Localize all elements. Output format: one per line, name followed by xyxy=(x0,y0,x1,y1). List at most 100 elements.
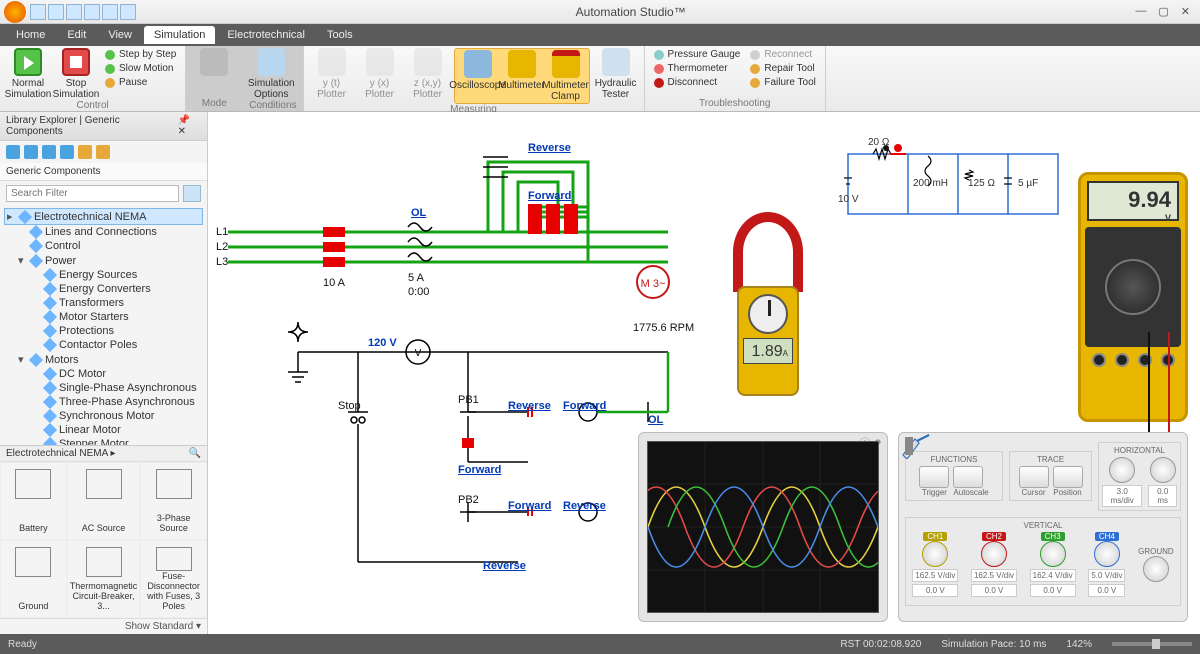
search-options-icon[interactable] xyxy=(183,185,201,202)
status-ready: Ready xyxy=(8,639,37,650)
preview-cell[interactable]: Fuse-Disconnector with Fuses, 3 Poles xyxy=(140,540,207,618)
dmm-unit: V xyxy=(1095,213,1171,223)
tree-node[interactable]: ▾Motors xyxy=(4,352,203,367)
maximize-button[interactable]: ▢ xyxy=(1158,5,1168,18)
oscilloscope-controls[interactable]: FUNCTIONS Trigger Autoscale TRACE Cursor… xyxy=(898,432,1188,622)
jack-icon[interactable] xyxy=(1115,353,1129,367)
zxy-plotter-button[interactable]: z (x,y) Plotter xyxy=(406,48,450,100)
thermometer-button[interactable]: Thermometer xyxy=(651,62,744,75)
component-tree[interactable]: ▸Electrotechnical NEMALines and Connecti… xyxy=(0,206,207,445)
tree-node[interactable]: Energy Converters xyxy=(4,282,203,296)
tree-node[interactable]: Synchronous Motor xyxy=(4,409,203,423)
preview-header[interactable]: Electrotechnical NEMA ▸ xyxy=(6,448,116,459)
step-by-step-button[interactable]: Step by Step xyxy=(102,48,179,61)
oscilloscope-display[interactable]: ⓘ ? xyxy=(638,432,888,622)
position-button[interactable] xyxy=(1053,466,1083,488)
tree-node[interactable]: ▾Power xyxy=(4,253,203,268)
preview-cell[interactable]: Ground xyxy=(0,540,67,618)
zoom-slider[interactable] xyxy=(1112,642,1192,646)
scope-channel[interactable]: CH3162.4 V/div0.0 V xyxy=(1030,532,1076,597)
menu-tab-home[interactable]: Home xyxy=(6,26,55,44)
clamp-meter[interactable]: 1.89A xyxy=(723,212,813,412)
qat-icon[interactable] xyxy=(66,4,82,20)
multimeter[interactable]: 9.94V xyxy=(1078,172,1188,422)
tree-node[interactable]: Transformers xyxy=(4,296,203,310)
pressure-gauge-button[interactable]: Pressure Gauge xyxy=(651,48,744,61)
hydraulic-tester-button[interactable]: Hydraulic Tester xyxy=(594,48,638,100)
qat-icon[interactable] xyxy=(30,4,46,20)
tree-node[interactable]: ▸Electrotechnical NEMA xyxy=(4,208,203,225)
tree-node[interactable]: Three-Phase Asynchronous xyxy=(4,395,203,409)
cursor-button[interactable] xyxy=(1019,466,1049,488)
scope-channel[interactable]: CH2162.5 V/div0.0 V xyxy=(971,532,1017,597)
tree-node[interactable]: Energy Sources xyxy=(4,268,203,282)
tree-node[interactable]: DC Motor xyxy=(4,367,203,381)
multimeter-clamp-button[interactable]: Multimeter Clamp xyxy=(544,50,588,102)
normal-simulation-button[interactable]: Normal Simulation xyxy=(6,48,50,100)
reconnect-button[interactable]: Reconnect xyxy=(747,48,819,61)
qat-icon[interactable] xyxy=(48,4,64,20)
clamp-dial[interactable] xyxy=(748,294,788,334)
menu-tab-electrotechnical[interactable]: Electrotechnical xyxy=(217,26,315,44)
simulation-options-button[interactable]: Simulation Options xyxy=(249,48,293,100)
qat-icon[interactable] xyxy=(102,4,118,20)
preview-cell[interactable]: 3-Phase Source xyxy=(140,462,207,540)
repair-tool-button[interactable]: Repair Tool xyxy=(747,62,819,75)
tree-node[interactable]: Single-Phase Asynchronous xyxy=(4,381,203,395)
toolbar-icon[interactable] xyxy=(78,145,92,159)
search-input[interactable] xyxy=(6,185,179,202)
tree-node[interactable]: Lines and Connections xyxy=(4,225,203,239)
minimize-button[interactable]: — xyxy=(1135,5,1146,18)
panel-close-icon[interactable]: ✕ xyxy=(178,126,186,137)
tree-node[interactable]: Stepper Motor xyxy=(4,437,203,445)
stop-simulation-button[interactable]: Stop Simulation xyxy=(54,48,98,100)
timeoffset-knob[interactable] xyxy=(1150,457,1176,483)
toolbar-icon[interactable] xyxy=(24,145,38,159)
preview-footer[interactable]: Show Standard ▾ xyxy=(0,618,207,634)
ribbon-group-mode: Mode xyxy=(186,46,243,111)
ribbon: Normal Simulation Stop Simulation Step b… xyxy=(0,46,1200,112)
library-toolbar[interactable] xyxy=(0,141,207,163)
toolbar-icon[interactable] xyxy=(6,145,20,159)
tree-node[interactable]: Linear Motor xyxy=(4,423,203,437)
tree-node[interactable]: Control xyxy=(4,239,203,253)
close-button[interactable]: ✕ xyxy=(1181,5,1190,18)
disconnect-button[interactable]: Disconnect xyxy=(651,76,744,89)
yx-plotter-button[interactable]: y (x) Plotter xyxy=(358,48,402,100)
scope-channel[interactable]: CH1162.5 V/div0.0 V xyxy=(912,532,958,597)
menu-tab-view[interactable]: View xyxy=(98,26,142,44)
tree-node[interactable]: Contactor Poles xyxy=(4,338,203,352)
oscilloscope-button[interactable]: Oscilloscope xyxy=(456,50,500,102)
pin-icon[interactable]: 📌 xyxy=(178,115,190,126)
schematic-canvas[interactable]: M 3~ L1 L2 L3 10 A OL 5 A 0:00 Reverse F… xyxy=(208,112,1200,634)
scope-channel[interactable]: CH45.0 V/div0.0 V xyxy=(1088,532,1125,597)
dmm-dial[interactable] xyxy=(1105,259,1161,315)
trigger-button[interactable] xyxy=(919,466,949,488)
toolbar-icon[interactable] xyxy=(60,145,74,159)
preview-cell[interactable]: Thermomagnetic Circuit-Breaker, 3... xyxy=(67,540,141,618)
toolbar-icon[interactable] xyxy=(96,145,110,159)
menu-tab-edit[interactable]: Edit xyxy=(57,26,96,44)
library-subtitle: Generic Components xyxy=(0,163,207,181)
toolbar-icon[interactable] xyxy=(42,145,56,159)
quick-access-toolbar[interactable] xyxy=(30,4,136,20)
menu-tab-simulation[interactable]: Simulation xyxy=(144,26,215,44)
qat-icon[interactable] xyxy=(120,4,136,20)
scope-ground[interactable]: GROUND xyxy=(1138,547,1174,582)
preview-cell[interactable]: Battery xyxy=(0,462,67,540)
tree-node[interactable]: Protections xyxy=(4,324,203,338)
yt-plotter-button[interactable]: y (t) Plotter xyxy=(310,48,354,100)
search-icon[interactable]: 🔍 xyxy=(189,448,201,459)
autoscale-button[interactable] xyxy=(953,466,983,488)
menu-tab-tools[interactable]: Tools xyxy=(317,26,363,44)
jack-icon[interactable] xyxy=(1092,353,1106,367)
preview-cell[interactable]: AC Source xyxy=(67,462,141,540)
multimeter-button[interactable]: Multimeter xyxy=(500,50,544,102)
timediv-knob[interactable] xyxy=(1109,457,1135,483)
tree-node[interactable]: Motor Starters xyxy=(4,310,203,324)
pause-button[interactable]: Pause xyxy=(102,76,179,89)
qat-icon[interactable] xyxy=(84,4,100,20)
failure-tool-button[interactable]: Failure Tool xyxy=(747,76,819,89)
slow-motion-button[interactable]: Slow Motion xyxy=(102,62,179,75)
mode-button[interactable] xyxy=(192,48,236,78)
